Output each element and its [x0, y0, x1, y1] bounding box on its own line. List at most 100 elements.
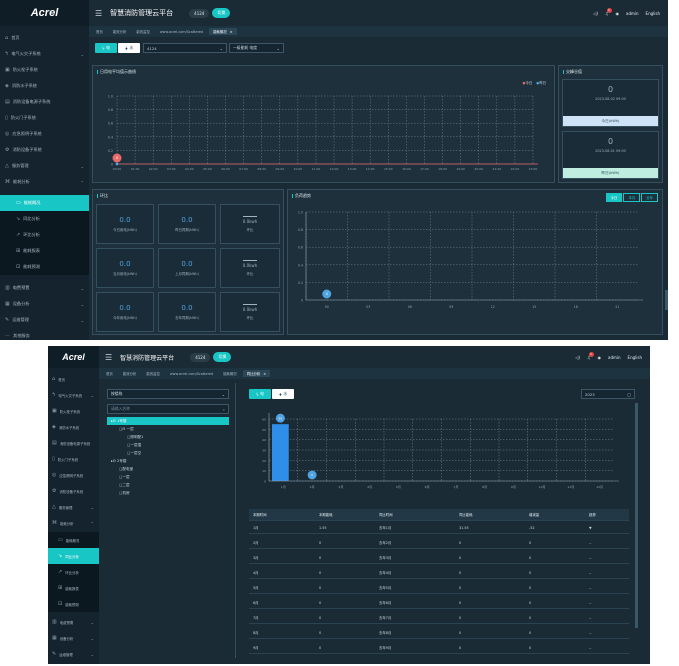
tab-efficiency-analysis[interactable]: 能效分析	[119, 370, 141, 377]
nav-operation[interactable]: ✎ 运维管理 ⌄	[48, 646, 99, 662]
nav-home[interactable]: ⌂ 首页	[0, 30, 89, 46]
tree-mode-select[interactable]: 按楼栋 ⌄	[107, 389, 229, 399]
nav-energy[interactable]: ⌘ 能耗分析 ⌃	[0, 174, 89, 190]
tree-node[interactable]: ▸ ⊟ 2号楼	[107, 457, 229, 465]
nav-mom[interactable]: ↗ 环比分析	[48, 564, 99, 580]
electric-button[interactable]: ϟ 电	[95, 43, 117, 53]
period-month-button[interactable]: 本月	[623, 193, 641, 202]
trend-cell: --	[589, 540, 592, 545]
nav-service[interactable]: △ 服务管理 ⌄	[48, 499, 99, 515]
x-tick-label: 09	[449, 305, 453, 309]
year-select[interactable]: 2023 ▢	[581, 389, 635, 399]
nav-water[interactable]: ◈ 消防水子系统	[0, 78, 89, 94]
nav-fire-equipment[interactable]: ⚙ 消防设备子系统	[48, 483, 99, 499]
legend-label: 今日	[525, 81, 533, 85]
station-select[interactable]: 4124 ⌄	[143, 43, 227, 53]
switch-station-button[interactable]: 切换	[212, 8, 231, 18]
nav-fire-equipment[interactable]: ⚙ 消防设备子系统	[0, 142, 89, 158]
nav-forecast[interactable]: ⊡ 能耗预测	[48, 596, 99, 612]
bell-icon[interactable]: ♫ 1	[605, 7, 612, 16]
tree-node[interactable]: ▢ 机房	[107, 489, 229, 497]
tree-search-input[interactable]: 请输入名称 ⌕	[107, 404, 229, 414]
tree-node[interactable]: ▸ ⊟ 1号楼	[107, 417, 229, 425]
tree-node[interactable]: ▢ ⊟ 一层	[107, 425, 229, 433]
volume-icon[interactable]: ◁)	[575, 355, 580, 360]
meter-select[interactable]: 一级能耗 电度 ⌄	[229, 43, 284, 53]
tree-node[interactable]: ▢ 一层插	[107, 441, 229, 449]
nav-water[interactable]: ◈ 消防水子系统	[48, 419, 99, 435]
tab-url[interactable]: www.acrel.com/Scattered	[156, 29, 207, 35]
nav-electric-fire[interactable]: ϟ 电气火灾子系统 ⌄	[48, 387, 99, 403]
tree-node[interactable]: ▢ 照明配1	[107, 433, 229, 441]
nav-power-monitor[interactable]: ▤ 消防设备电源子系统	[0, 94, 89, 110]
nav-device[interactable]: ▦ 设备分析 ⌄	[48, 630, 99, 646]
tree-node[interactable]: ▢ 二层	[107, 481, 229, 489]
tab-efficiency-monitor[interactable]: 能效监控	[142, 370, 164, 377]
water-button[interactable]: ♦ 水	[272, 389, 294, 399]
nav-energy[interactable]: ⌘ 能耗分析 ⌃	[48, 515, 99, 531]
tab-energy-overview[interactable]: 能耗概况 ×	[209, 28, 237, 35]
scrollbar[interactable]	[635, 403, 638, 628]
nav-power-monitor[interactable]: ▤ 消防设备电源子系统	[48, 435, 99, 451]
nav-device[interactable]: ▦ 设备分析 ⌄	[0, 296, 89, 312]
nav-service[interactable]: △ 服务管理 ⌄	[0, 158, 89, 174]
tab-yoy[interactable]: 同比分析 ×	[242, 370, 271, 377]
language-toggle[interactable]: English	[646, 11, 660, 16]
legend-today[interactable]: ●今日	[523, 80, 533, 85]
nav-label: 消防设备子系统	[59, 489, 84, 494]
search-icon[interactable]: ⌕	[223, 407, 225, 412]
tree-node[interactable]: ▢ 一层	[107, 473, 229, 481]
tree-node[interactable]: ▢ 配电室	[107, 465, 229, 473]
nav-fire-hydrant[interactable]: ▣ 防火栓子系统	[0, 62, 89, 78]
column-header: 增减量	[529, 513, 540, 517]
tab-energy-overview[interactable]: 能耗概况	[219, 370, 241, 377]
user-icon[interactable]: ◉	[616, 11, 620, 16]
legend-yesterday[interactable]: ●昨日	[536, 80, 546, 85]
tab-efficiency-analysis[interactable]: 能效分析	[109, 28, 131, 35]
nav-fire-door[interactable]: ▯ 防火门子系统	[48, 451, 99, 467]
nav-forecast[interactable]: ⊡ 能耗预测	[0, 259, 89, 275]
nav-label: 能耗概况	[23, 200, 41, 205]
nav-tariff[interactable]: ▥ 电费预置 ⌄	[0, 280, 89, 296]
nav-electric-fire[interactable]: ϟ 电气火灾子系统 ⌄	[0, 46, 89, 62]
card-label: 环比	[246, 272, 254, 276]
volume-icon[interactable]: ◁)	[593, 11, 598, 16]
nav-fire-door[interactable]: ▯ 防火门子系统	[0, 110, 89, 126]
nav-label: 防火栓子系统	[12, 67, 38, 72]
tab-url[interactable]: www.acrel.com/Scattered	[166, 371, 217, 377]
user-name[interactable]: admin	[608, 355, 621, 360]
nav-fire-hydrant[interactable]: ▣ 防火栓子系统	[48, 403, 99, 419]
close-icon[interactable]: ×	[230, 30, 233, 34]
tab-home[interactable]: 首页	[102, 370, 117, 377]
nav-home[interactable]: ⌂ 首页	[48, 371, 99, 387]
period-year-button[interactable]: 全年	[641, 193, 658, 202]
nav-mom[interactable]: ↗ 环比分析	[0, 227, 89, 243]
switch-station-button[interactable]: 切换	[213, 352, 232, 362]
nav-report[interactable]: ⊞ 能耗报表	[0, 243, 89, 259]
language-toggle[interactable]: English	[628, 355, 642, 360]
tab-efficiency-monitor[interactable]: 能效监控	[132, 28, 154, 35]
tree-node[interactable]: ▢ 一层空	[107, 449, 229, 457]
close-icon[interactable]: ×	[263, 372, 266, 376]
period-day-button[interactable]: 今日	[605, 193, 623, 202]
nav-label: 能耗预测	[65, 602, 79, 607]
user-icon[interactable]: ◉	[598, 355, 602, 360]
nav-tariff[interactable]: ▥ 电费预置 ⌄	[48, 614, 99, 630]
scrollbar[interactable]	[665, 290, 668, 310]
nav-yoy[interactable]: ↘ 同比分析	[48, 548, 99, 564]
nav-energy-overview[interactable]: ▭ 能耗概况	[48, 532, 99, 548]
nav-report[interactable]: ⊞ 能耗报表	[48, 580, 99, 596]
electric-button[interactable]: ϟ 电	[249, 389, 271, 399]
nav-emergency-light[interactable]: ◎ 应急照明子系统	[0, 126, 89, 142]
nav-emergency-light[interactable]: ◎ 应急照明子系统	[48, 467, 99, 483]
menu-icon[interactable]: ☰	[95, 9, 102, 18]
nav-operation[interactable]: ✎ 运维管理 ⌄	[0, 312, 89, 328]
nav-more[interactable]: ⋯ 其他服务	[0, 328, 89, 340]
user-name[interactable]: admin	[626, 11, 639, 16]
water-button[interactable]: ♦ 水	[118, 43, 140, 53]
nav-yoy[interactable]: ↘ 同比分析	[0, 211, 89, 227]
nav-energy-overview[interactable]: ▭ 能耗概况	[0, 195, 89, 211]
menu-icon[interactable]: ☰	[105, 353, 112, 362]
bell-icon[interactable]: ♫ 1	[587, 351, 594, 360]
tab-home[interactable]: 首页	[92, 28, 107, 35]
